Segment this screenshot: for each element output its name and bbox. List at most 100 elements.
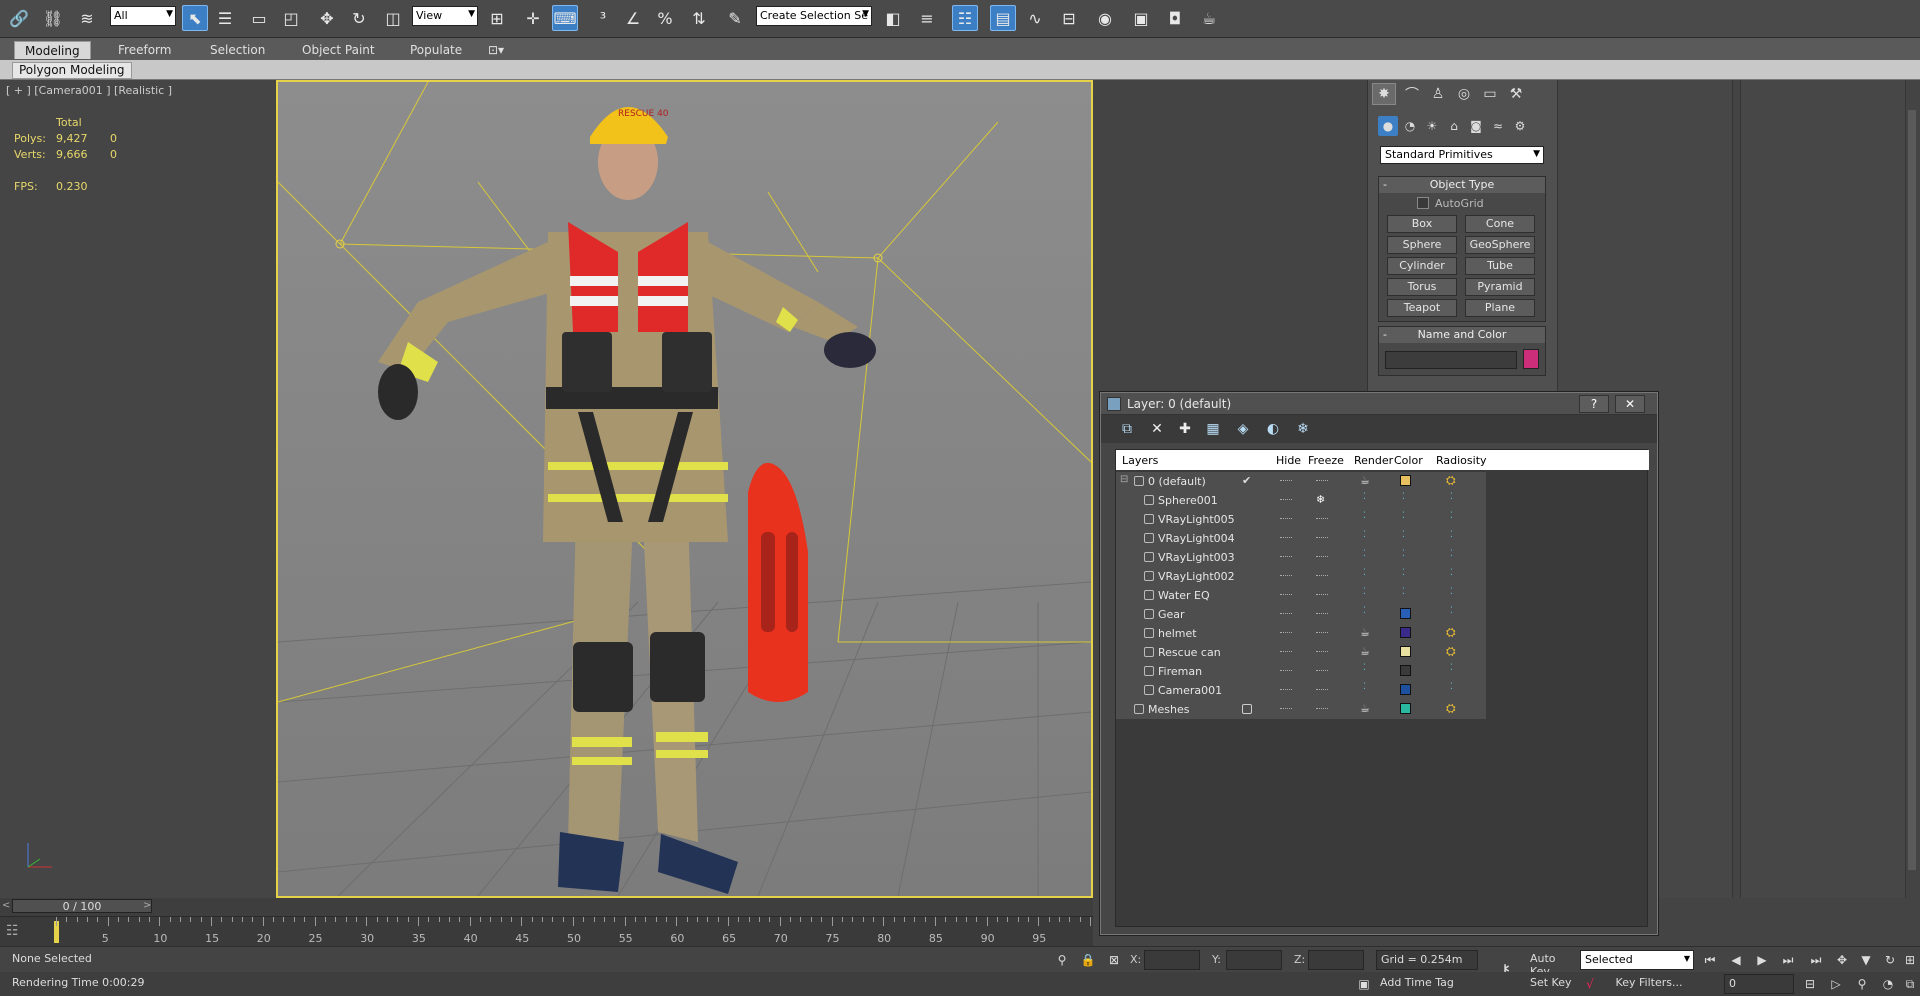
select-by-name-icon[interactable]: ☰ xyxy=(212,5,238,31)
radiosity-inherit-icon[interactable]: ⁚ xyxy=(1450,550,1458,562)
col-radiosity[interactable]: Radiosity xyxy=(1436,454,1487,467)
layer-row[interactable]: Camera001 ⁚ ⁚ xyxy=(1116,681,1486,700)
hide-toggle[interactable] xyxy=(1280,651,1292,653)
geometry-category-icon[interactable]: ● xyxy=(1378,116,1398,136)
select-objects-icon[interactable]: ▦ xyxy=(1203,419,1223,439)
lights-category-icon[interactable]: ☀ xyxy=(1422,116,1442,136)
render-production-icon[interactable]: ☕ xyxy=(1196,5,1222,31)
select-manipulate-icon[interactable]: ✛ xyxy=(520,5,546,31)
hide-toggle[interactable] xyxy=(1280,613,1292,615)
render-inherit-icon[interactable]: ⁚ xyxy=(1363,550,1371,562)
radiosity-inherit-icon[interactable]: ⁚ xyxy=(1450,493,1458,505)
schematic-view-icon[interactable]: ⊟ xyxy=(1056,5,1082,31)
color-inherit-icon[interactable]: ⁚ xyxy=(1402,493,1410,505)
col-color[interactable]: Color xyxy=(1394,454,1423,467)
snaps-toggle-icon[interactable]: ³ xyxy=(590,5,616,31)
freeze-all-icon[interactable]: ❄ xyxy=(1293,419,1313,439)
layer-row[interactable]: VRayLight004 ⁚ ⁚ ⁚ xyxy=(1116,529,1486,548)
link-icon[interactable]: 🔗 xyxy=(6,5,32,31)
previous-frame-icon[interactable]: ◀ xyxy=(1726,950,1746,970)
bind-space-warp-icon[interactable]: ≋ xyxy=(74,5,100,31)
auto-key-button[interactable]: Auto Key xyxy=(1526,950,1578,978)
hide-toggle[interactable] xyxy=(1280,575,1292,577)
freeze-toggle[interactable] xyxy=(1316,518,1328,520)
tab-freeform[interactable]: Freeform xyxy=(108,41,181,59)
layer-row[interactable]: Sphere001 ❄ ⁚ ⁚ ⁚ xyxy=(1116,491,1486,510)
layer-row[interactable]: Gear ⁚ ⁚ xyxy=(1116,605,1486,624)
freeze-toggle[interactable] xyxy=(1316,651,1328,653)
color-inherit-icon[interactable]: ⁚ xyxy=(1402,550,1410,562)
color-inherit-icon[interactable]: ⁚ xyxy=(1402,531,1410,543)
delete-layer-icon[interactable]: ✕ xyxy=(1147,419,1167,439)
freeze-toggle[interactable] xyxy=(1316,708,1328,710)
scene-explorer-icon[interactable]: ☷ xyxy=(952,5,978,31)
freeze-toggle[interactable] xyxy=(1316,594,1328,596)
absolute-mode-icon[interactable]: ⊠ xyxy=(1104,950,1124,970)
render-inherit-icon[interactable]: ⁚ xyxy=(1363,512,1371,524)
radiosity-inherit-icon[interactable]: ⁚ xyxy=(1450,664,1458,676)
primitive-type-dropdown[interactable]: Standard Primitives ▼ xyxy=(1380,146,1544,164)
viewport-label[interactable]: [ + ] [Camera001 ] [Realistic ] xyxy=(6,84,172,97)
align-icon[interactable]: ≡ xyxy=(914,5,940,31)
render-teapot-icon[interactable]: ☕ xyxy=(1360,702,1370,715)
color-inherit-icon[interactable]: ⁚ xyxy=(1402,588,1410,600)
freeze-toggle[interactable] xyxy=(1316,613,1328,615)
set-current-checkbox[interactable] xyxy=(1242,704,1252,714)
color-inherit-icon[interactable]: ⁚ xyxy=(1402,512,1410,524)
mirror-icon[interactable]: ◧ xyxy=(880,5,906,31)
radiosity-inherit-icon[interactable]: ⁚ xyxy=(1450,531,1458,543)
color-inherit-icon[interactable]: ⁚ xyxy=(1402,569,1410,581)
radiosity-inherit-icon[interactable]: ⁚ xyxy=(1450,512,1458,524)
perspective-viewport[interactable]: RESCUE 40 xyxy=(276,80,1093,898)
col-hide[interactable]: Hide xyxy=(1276,454,1301,467)
layer-row[interactable]: VRayLight005 ⁚ ⁚ ⁚ xyxy=(1116,510,1486,529)
key-mode-dropdown[interactable]: Selected ▼ xyxy=(1580,950,1694,970)
z-coordinate-field[interactable] xyxy=(1308,950,1364,970)
hide-toggle[interactable] xyxy=(1280,499,1292,501)
render-inherit-icon[interactable]: ⁚ xyxy=(1363,607,1371,619)
reference-coordinate-dropdown[interactable]: View ▼ xyxy=(412,6,478,26)
time-prev-icon[interactable]: < xyxy=(2,900,10,911)
orbit-subobject-icon[interactable]: ◔ xyxy=(1878,974,1898,994)
freeze-toggle[interactable] xyxy=(1316,632,1328,634)
freeze-toggle[interactable] xyxy=(1316,556,1328,558)
render-inherit-icon[interactable]: ⁚ xyxy=(1363,664,1371,676)
layer-color-swatch[interactable] xyxy=(1400,475,1411,486)
layer-row[interactable]: Water EQ ⁚ ⁚ ⁚ xyxy=(1116,586,1486,605)
lock-selection-icon[interactable]: 🔒 xyxy=(1078,950,1098,970)
render-inherit-icon[interactable]: ⁚ xyxy=(1363,569,1371,581)
render-inherit-icon[interactable]: ⁚ xyxy=(1363,531,1371,543)
window-crossing-icon[interactable]: ◰ xyxy=(278,5,304,31)
highlight-layer-icon[interactable]: ◈ xyxy=(1233,419,1253,439)
modify-tab-icon[interactable]: ⌒ xyxy=(1400,83,1424,105)
time-slider[interactable]: 0 / 100 xyxy=(12,899,152,913)
layer-color-swatch[interactable] xyxy=(1400,665,1411,676)
time-configuration-icon[interactable]: ⊟ xyxy=(1800,974,1820,994)
render-teapot-icon[interactable]: ☕ xyxy=(1360,626,1370,639)
freeze-toggle[interactable] xyxy=(1316,575,1328,577)
x-coordinate-field[interactable] xyxy=(1144,950,1200,970)
field-of-view-icon[interactable]: ▼ xyxy=(1856,950,1876,970)
motion-tab-icon[interactable]: ◎ xyxy=(1452,83,1476,105)
pyramid-button[interactable]: Pyramid xyxy=(1465,278,1535,296)
helpers-category-icon[interactable]: ◙ xyxy=(1466,116,1486,136)
named-selection-set-dropdown[interactable]: Create Selection Se ▼ xyxy=(756,6,872,26)
cameras-category-icon[interactable]: ⌂ xyxy=(1444,116,1464,136)
hide-toggle[interactable] xyxy=(1280,670,1292,672)
utilities-tab-icon[interactable]: ⚒ xyxy=(1504,83,1528,105)
select-object-icon[interactable]: ⬉ xyxy=(182,5,208,31)
y-coordinate-field[interactable] xyxy=(1226,950,1282,970)
walk-through-icon[interactable]: ⚲ xyxy=(1852,974,1872,994)
geosphere-button[interactable]: GeoSphere xyxy=(1465,236,1535,254)
hide-toggle[interactable] xyxy=(1280,537,1292,539)
play-icon[interactable]: ▶ xyxy=(1752,950,1772,970)
create-layer-icon[interactable]: ⧉ xyxy=(1117,419,1137,439)
hide-toggle[interactable] xyxy=(1280,556,1292,558)
radiosity-inherit-icon[interactable]: ⁚ xyxy=(1450,683,1458,695)
angle-snap-icon[interactable]: ∠ xyxy=(620,5,646,31)
tab-populate[interactable]: Populate xyxy=(400,41,472,59)
radiosity-inherit-icon[interactable]: ⁚ xyxy=(1450,588,1458,600)
object-name-input[interactable] xyxy=(1385,351,1517,369)
render-teapot-icon[interactable]: ☕ xyxy=(1360,645,1370,658)
scale-icon[interactable]: ◫ xyxy=(380,5,406,31)
